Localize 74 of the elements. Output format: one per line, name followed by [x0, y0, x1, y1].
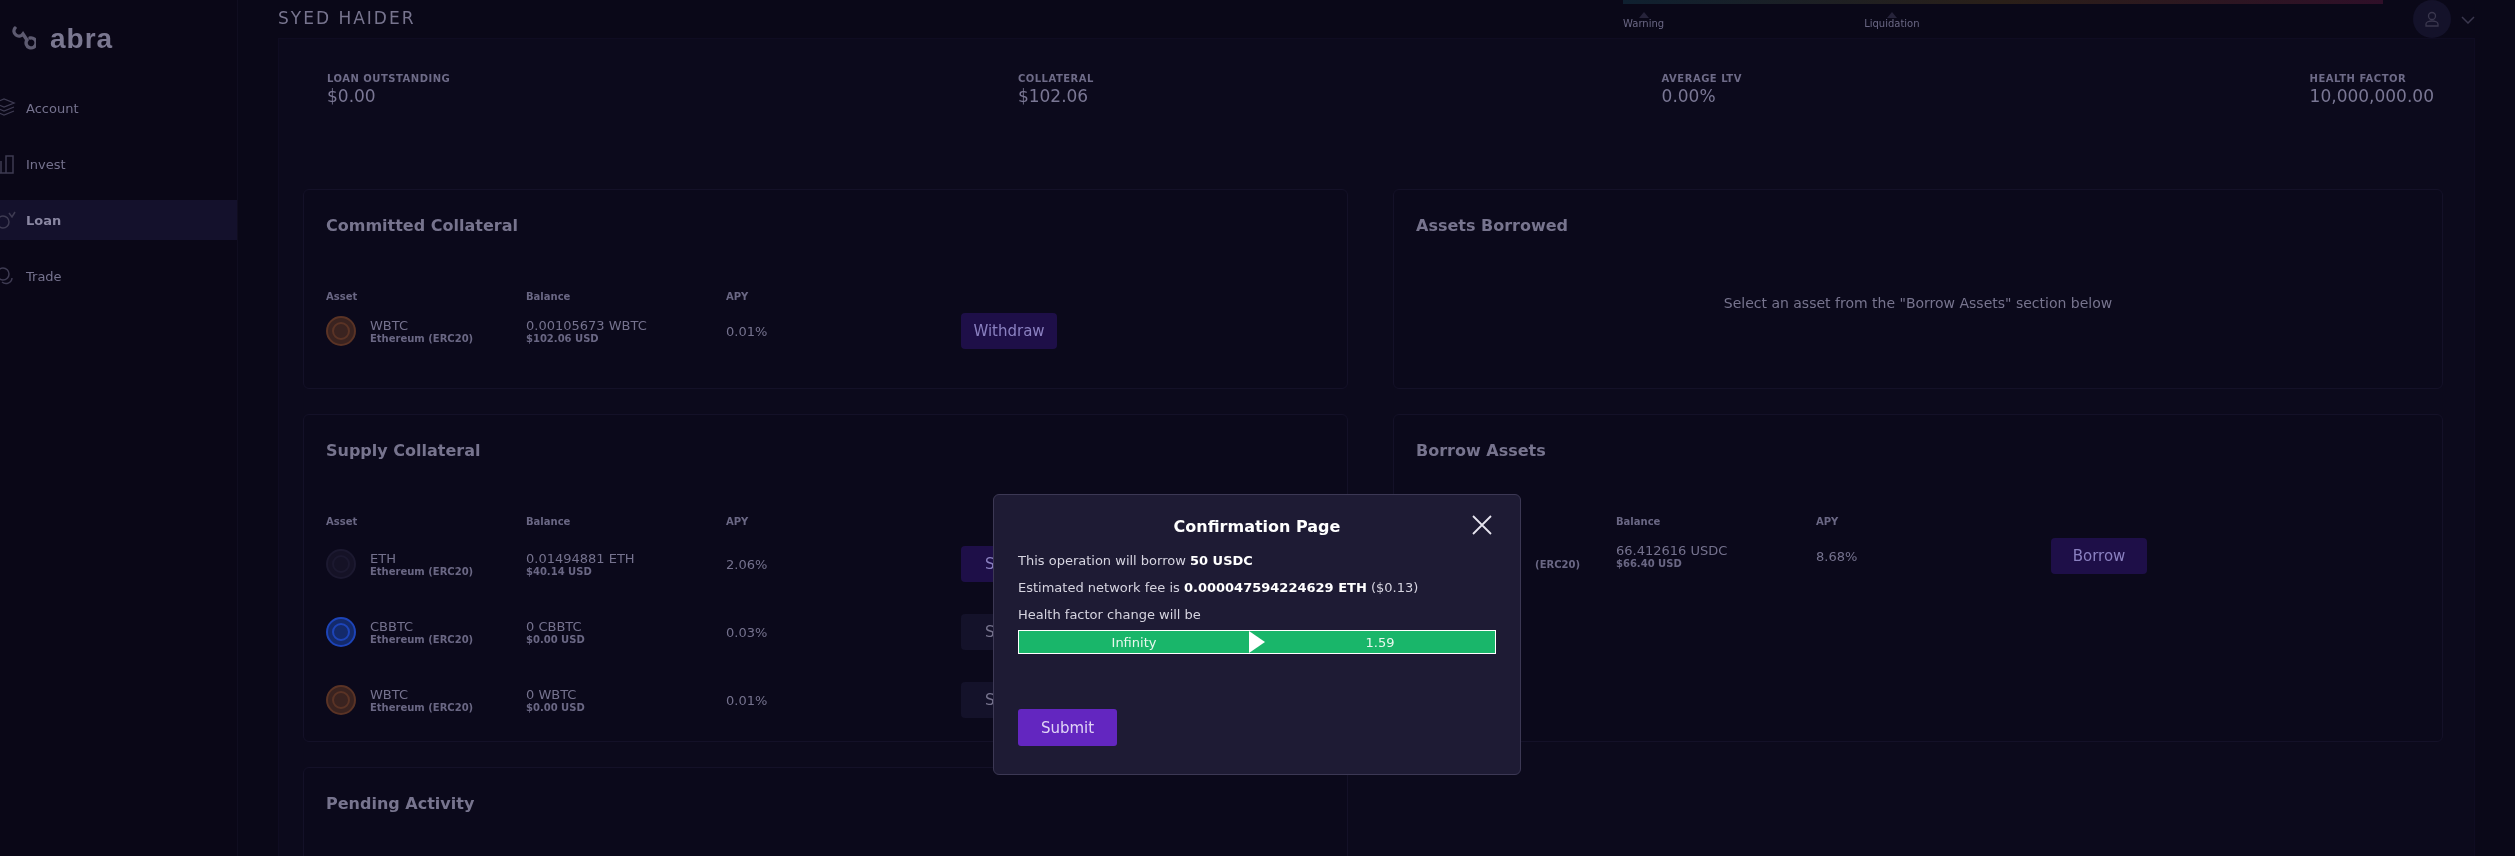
stat-value: $102.06 [1017, 86, 1090, 106]
chevron-down-icon[interactable] [2461, 16, 2475, 24]
asset-network: Ethereum (ERC20) [370, 702, 474, 713]
asset-network: Ethereum (ERC20) [370, 333, 474, 344]
bar-chart-icon [0, 153, 16, 175]
column-header: Balance [526, 516, 572, 527]
health-from: Infinity [1110, 634, 1158, 650]
close-icon[interactable] [1472, 515, 1492, 535]
balance-usd: $102.06 USD [526, 333, 600, 344]
apy-value: 8.68% [1816, 548, 1859, 564]
card-title: Borrow Assets [1416, 441, 1547, 460]
coin-icon [326, 316, 356, 346]
coin-icon [326, 617, 356, 647]
gauge-label: Warning [1623, 18, 1665, 29]
empty-message: Select an asset from the "Borrow Assets" section below [1723, 295, 2113, 311]
stat-value: 10,000,000.00 [2309, 86, 2434, 106]
dialog-title: Confirmation Page [1173, 516, 1341, 536]
submit-button[interactable]: Submit [1018, 709, 1117, 746]
column-header: Asset [326, 291, 359, 302]
sidebar-item[interactable]: Invest [0, 144, 237, 184]
balance-usd: $66.40 USD [1616, 558, 1683, 569]
logo-text: abra [50, 23, 114, 55]
card-title: Committed Collateral [326, 216, 519, 235]
sidebar-item[interactable]: Account [0, 88, 237, 128]
card-title: Assets Borrowed [1416, 216, 1570, 235]
dialog-text: Health factor change will be [1018, 607, 1202, 622]
stat-label: HEALTH FACTOR [2309, 73, 2408, 84]
balance-amount: 0.00105673 WBTC [526, 318, 648, 333]
apy-value: 0.01% [726, 323, 769, 339]
asset-network: (ERC20) [1535, 558, 1580, 570]
sidebar-item[interactable]: Loan [0, 200, 237, 240]
asset-name: WBTC [370, 687, 410, 702]
borrow-button[interactable]: Borrow [2051, 538, 2147, 574]
column-header: Balance [526, 291, 572, 302]
coins-icon [0, 265, 16, 287]
asset-name: ETH [370, 551, 397, 566]
user-name: SYED HAIDER [278, 7, 416, 28]
avatar-button[interactable] [2413, 0, 2451, 38]
gauge-label: Liquidation [1864, 18, 1920, 29]
sidebar-item[interactable]: Trade [0, 256, 237, 296]
coin-icon [326, 685, 356, 715]
apy-value: 0.01% [726, 692, 769, 708]
balance-amount: 0 WBTC [526, 687, 578, 702]
balance-usd: $0.00 USD [526, 634, 586, 645]
withdraw-button[interactable]: Withdraw [961, 313, 1057, 349]
dialog-text: Estimated network fee is 0.000047594224629 ETH ($0.13) [1018, 580, 1420, 595]
card-title: Supply Collateral [326, 441, 482, 460]
column-header: Asset [326, 516, 359, 527]
asset-name: CBBTC [370, 619, 415, 634]
health-to: 1.59 [1364, 634, 1396, 650]
stat-value: $0.00 [327, 86, 377, 106]
stat-value: 0.00% [1661, 86, 1717, 106]
stat-label: COLLATERAL [1017, 73, 1094, 84]
balance-amount: 0 CBBTC [526, 619, 583, 634]
balance-amount: 0.01494881 ETH [526, 551, 636, 566]
card-title: Pending Activity [326, 794, 476, 813]
column-header: APY [726, 516, 750, 527]
asset-name: WBTC [370, 318, 410, 333]
balance-usd: $40.14 USD [526, 566, 593, 577]
dialog-text: This operation will borrow 50 USDC [1018, 553, 1254, 568]
column-header: APY [726, 291, 750, 302]
balance-amount: 66.412616 USDC [1616, 543, 1729, 558]
asset-network: Ethereum (ERC20) [370, 634, 474, 645]
asset-network: Ethereum (ERC20) [370, 566, 474, 577]
column-header: Balance [1616, 516, 1662, 527]
triangle-icon [1886, 12, 1897, 18]
balance-usd: $0.00 USD [526, 702, 586, 713]
apy-value: 2.06% [726, 556, 769, 572]
column-header: APY [1816, 516, 1840, 527]
user-icon [2425, 11, 2439, 27]
apy-value: 0.03% [726, 624, 769, 640]
stat-label: AVERAGE LTV [1661, 73, 1742, 84]
stat-label: LOAN OUTSTANDING [327, 73, 451, 84]
triangle-icon [1638, 12, 1649, 18]
